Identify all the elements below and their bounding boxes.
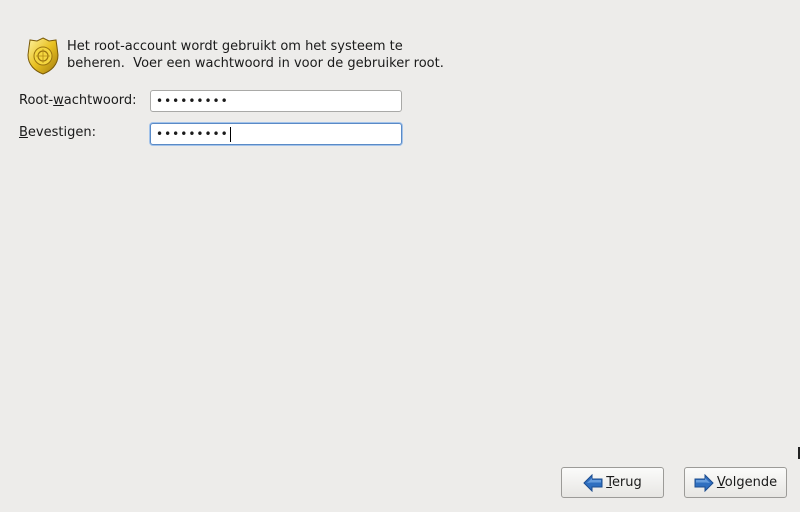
confirm-password-label: Bevestigen:: [19, 125, 96, 140]
root-password-label-pre: Root-: [19, 93, 54, 108]
root-password-value: •••••••••: [156, 94, 229, 108]
next-button-label-rest: olgende: [724, 475, 778, 490]
root-password-label-post: achtwoord:: [63, 93, 137, 108]
root-password-label-mnemonic: w: [53, 93, 64, 108]
intro-line-1: Het root-account wordt gebruikt om het s…: [67, 39, 403, 54]
next-button-mnemonic: V: [716, 475, 725, 490]
root-password-label: Root-wachtwoord:: [19, 93, 137, 108]
intro-text: Het root-account wordt gebruikt om het s…: [67, 38, 487, 72]
confirm-password-input[interactable]: •••••••••: [150, 123, 402, 145]
arrow-right-icon: [694, 473, 714, 492]
root-badge-icon: [27, 37, 59, 75]
next-button[interactable]: Volgende: [684, 467, 787, 498]
text-caret: [229, 126, 231, 142]
intro-line-2: beheren. Voer een wachtwoord in voor de …: [67, 56, 444, 71]
confirm-password-value: •••••••••: [156, 127, 229, 141]
arrow-left-icon: [583, 473, 603, 492]
confirm-password-label-post: evestigen:: [27, 125, 96, 140]
back-button-label-rest: erug: [611, 475, 642, 490]
root-password-input[interactable]: •••••••••: [150, 90, 402, 112]
confirm-password-label-mnemonic: B: [19, 125, 28, 140]
back-button-label: Terug: [606, 475, 642, 490]
back-button[interactable]: Terug: [561, 467, 664, 498]
next-button-label: Volgende: [717, 475, 777, 490]
